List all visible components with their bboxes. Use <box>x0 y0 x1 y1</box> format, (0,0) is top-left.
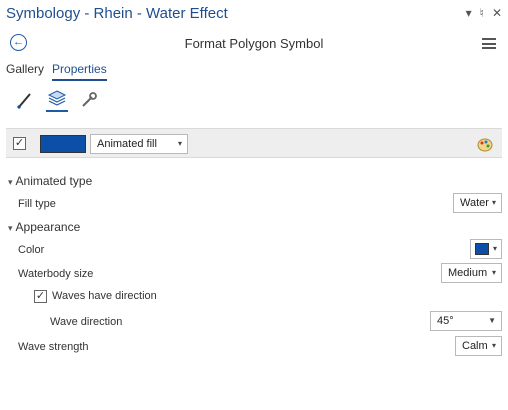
chevron-down-icon: ▾ <box>491 268 496 277</box>
fill-type-label: Fill type <box>18 198 56 210</box>
chevron-down-icon: ▼ <box>488 316 496 325</box>
waves-direction-label: Waves have direction <box>52 290 157 302</box>
hamburger-menu-icon[interactable] <box>482 38 496 49</box>
wave-direction-dropdown[interactable]: 45° ▼ <box>430 311 502 331</box>
pane-header: ← Format Polygon Symbol <box>0 30 508 56</box>
window-title: Symbology - Rhein - Water Effect <box>6 5 228 22</box>
layer-visibility-checkbox[interactable]: ✓ <box>13 137 26 150</box>
layer-color-swatch[interactable] <box>40 135 86 153</box>
pane-title: Format Polygon Symbol <box>184 36 324 51</box>
window-controls: ▾ ♮ ✕ <box>466 6 502 20</box>
color-palette-icon[interactable] <box>476 135 494 153</box>
section-animated-type[interactable]: ▾ Animated type <box>8 174 92 188</box>
wave-strength-label: Wave strength <box>18 341 89 353</box>
fill-type-value: Water <box>460 197 489 209</box>
tab-strip: Gallery Properties <box>6 62 107 81</box>
tab-gallery[interactable]: Gallery <box>6 62 44 81</box>
tab-properties[interactable]: Properties <box>52 62 107 81</box>
wave-strength-value: Calm <box>462 340 488 352</box>
waves-direction-checkbox[interactable]: ✓ <box>34 290 47 303</box>
fill-type-dropdown[interactable]: Water ▾ <box>453 193 502 213</box>
chevron-down-icon: ▾ <box>8 177 13 187</box>
layer-type-value: Animated fill <box>97 138 157 150</box>
wave-direction-value: 45° <box>437 315 454 327</box>
dropdown-menu-icon[interactable]: ▾ <box>466 6 472 20</box>
title-bar: Symbology - Rhein - Water Effect ▾ ♮ ✕ <box>0 0 508 28</box>
paintbrush-icon[interactable] <box>14 88 36 112</box>
color-picker-button[interactable]: ▾ <box>470 239 502 259</box>
layers-icon[interactable] <box>46 88 68 112</box>
wave-direction-label: Wave direction <box>50 316 123 328</box>
waterbody-size-value: Medium <box>448 267 488 279</box>
chevron-down-icon: ▾ <box>491 341 496 350</box>
wave-strength-dropdown[interactable]: Calm ▾ <box>455 336 502 356</box>
chevron-down-icon: ▾ <box>492 244 497 253</box>
section-appearance[interactable]: ▾ Appearance <box>8 220 80 234</box>
color-label: Color <box>18 244 45 256</box>
pin-icon[interactable]: ♮ <box>480 6 484 20</box>
chevron-down-icon: ▾ <box>491 198 496 207</box>
property-page-toolbar <box>14 88 100 112</box>
waterbody-size-dropdown[interactable]: Medium ▾ <box>441 263 502 283</box>
chevron-down-icon: ▾ <box>8 223 13 233</box>
chevron-down-icon: ▾ <box>177 139 182 148</box>
layer-type-dropdown[interactable]: Animated fill ▾ <box>90 134 188 154</box>
color-chip <box>475 243 489 255</box>
close-icon[interactable]: ✕ <box>492 6 502 20</box>
waterbody-size-label: Waterbody size <box>18 268 94 280</box>
wrench-icon[interactable] <box>78 88 100 112</box>
symbol-layer-bar: ✓ Animated fill ▾ <box>6 128 502 158</box>
